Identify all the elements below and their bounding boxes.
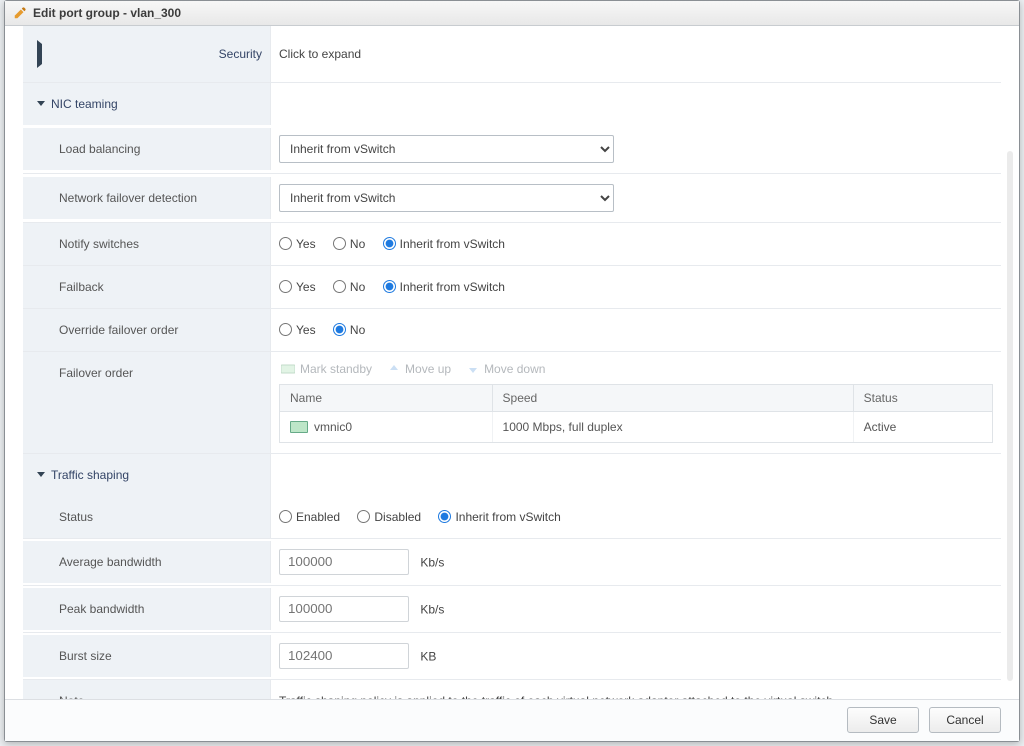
burst-size-input[interactable] — [279, 643, 409, 669]
nic-icon — [290, 421, 308, 433]
table-row[interactable]: vmnic0 1000 Mbps, full duplex Active — [280, 412, 992, 442]
pencil-icon — [13, 6, 27, 20]
status-enabled[interactable]: Enabled — [279, 510, 340, 524]
col-name[interactable]: Name — [280, 385, 493, 412]
arrow-down-icon — [467, 363, 479, 375]
cancel-button[interactable]: Cancel — [929, 707, 1001, 733]
notify-inherit[interactable]: Inherit from vSwitch — [383, 237, 505, 251]
dialog-titlebar[interactable]: Edit port group - vlan_300 — [5, 1, 1019, 26]
move-up-button[interactable]: Move up — [388, 362, 451, 376]
peak-bandwidth-input[interactable] — [279, 596, 409, 622]
label-failback: Failback — [23, 266, 271, 308]
shaping-note-text: Traffic shaping policy is applied to the… — [271, 684, 1001, 699]
label-failover-order: Failover order — [23, 352, 271, 453]
chevron-down-icon — [37, 472, 45, 477]
label-shaping-status: Status — [23, 496, 271, 538]
load-balancing-select[interactable]: Inherit from vSwitch — [279, 135, 614, 163]
unit-label: Kb/s — [420, 555, 444, 569]
edit-port-group-dialog: Edit port group - vlan_300 Security Clic… — [4, 0, 1020, 742]
failback-inherit[interactable]: Inherit from vSwitch — [383, 280, 505, 294]
failover-detection-select[interactable]: Inherit from vSwitch — [279, 184, 614, 212]
failback-no[interactable]: No — [333, 280, 365, 294]
section-label: NIC teaming — [51, 97, 118, 111]
shaping-status-radio-group: Enabled Disabled Inherit from vSwitch — [271, 500, 1001, 534]
failback-radio-group: Yes No Inherit from vSwitch — [271, 270, 1001, 304]
section-security[interactable]: Security — [23, 26, 271, 82]
col-speed[interactable]: Speed — [493, 385, 854, 412]
override-yes[interactable]: Yes — [279, 323, 316, 337]
scrollbar[interactable] — [1007, 151, 1013, 681]
security-summary[interactable]: Click to expand — [279, 47, 361, 61]
nic-name: vmnic0 — [314, 420, 352, 434]
failback-yes[interactable]: Yes — [279, 280, 316, 294]
label-note: Note — [23, 680, 271, 699]
dialog-footer: Save Cancel — [5, 699, 1019, 741]
label-override-order: Override failover order — [23, 309, 271, 351]
label-failover-detection: Network failover detection — [23, 177, 271, 219]
chevron-right-icon — [37, 40, 213, 68]
label-notify-switches: Notify switches — [23, 223, 271, 265]
move-down-button[interactable]: Move down — [467, 362, 545, 376]
notify-switches-radio-group: Yes No Inherit from vSwitch — [271, 227, 1001, 261]
col-status[interactable]: Status — [854, 385, 992, 412]
section-label: Security — [219, 47, 262, 61]
save-button[interactable]: Save — [847, 707, 919, 733]
nic-status: Active — [854, 412, 992, 442]
unit-label: KB — [420, 649, 436, 663]
nic-speed: 1000 Mbps, full duplex — [493, 412, 854, 442]
override-no[interactable]: No — [333, 323, 365, 337]
label-peak-bandwidth: Peak bandwidth — [23, 588, 271, 630]
arrow-up-icon — [388, 363, 400, 375]
nic-card-icon — [281, 363, 295, 375]
avg-bandwidth-input[interactable] — [279, 549, 409, 575]
override-order-radio-group: Yes No — [271, 313, 1001, 347]
dialog-content: Security Click to expand NIC teaming Loa… — [5, 26, 1019, 699]
mark-standby-button[interactable]: Mark standby — [281, 362, 372, 376]
label-avg-bandwidth: Average bandwidth — [23, 541, 271, 583]
section-traffic-shaping[interactable]: Traffic shaping — [23, 454, 271, 496]
label-load-balancing: Load balancing — [23, 128, 271, 170]
dialog-title: Edit port group - vlan_300 — [33, 6, 181, 20]
chevron-down-icon — [37, 101, 45, 106]
failover-order-toolbar: Mark standby Move up Move down — [279, 358, 993, 384]
status-inherit[interactable]: Inherit from vSwitch — [438, 510, 560, 524]
label-burst-size: Burst size — [23, 635, 271, 677]
notify-no[interactable]: No — [333, 237, 365, 251]
failover-order-table: Name Speed Status vmnic0 1000 Mbps, full… — [279, 384, 993, 443]
notify-yes[interactable]: Yes — [279, 237, 316, 251]
section-label: Traffic shaping — [51, 468, 129, 482]
section-nic-teaming[interactable]: NIC teaming — [23, 83, 271, 125]
status-disabled[interactable]: Disabled — [357, 510, 421, 524]
unit-label: Kb/s — [420, 602, 444, 616]
